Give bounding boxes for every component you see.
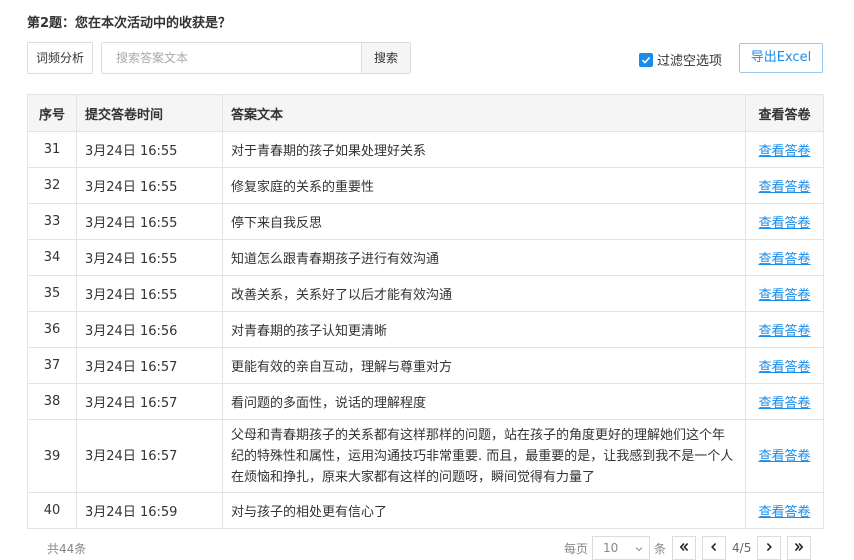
page-info: 4/5 [732, 541, 752, 555]
row-time: 3月24日 16:55 [76, 203, 223, 240]
view-answer-link[interactable]: 查看答卷 [758, 144, 810, 159]
double-chevron-left-icon [679, 541, 689, 555]
chevron-left-icon [709, 541, 719, 555]
table-row: 33 3月24日 16:55 停下来自我反思 查看答卷 [27, 203, 824, 240]
table-row: 34 3月24日 16:55 知道怎么跟青春期孩子进行有效沟通 查看答卷 [27, 239, 824, 276]
unit-label: 条 [654, 541, 667, 556]
chevron-right-icon [764, 541, 774, 555]
row-time: 3月24日 16:55 [76, 275, 223, 312]
next-page-button[interactable] [757, 536, 782, 560]
view-answer-link[interactable]: 查看答卷 [758, 396, 810, 411]
view-answer-link[interactable]: 查看答卷 [758, 180, 810, 195]
filter-empty-option[interactable]: 过滤空选项 [639, 50, 722, 69]
view-answer-link[interactable]: 查看答卷 [758, 505, 810, 520]
row-time: 3月24日 16:57 [76, 383, 223, 420]
filter-label: 过滤空选项 [657, 54, 723, 69]
view-answer-link[interactable]: 查看答卷 [758, 216, 810, 231]
table-row: 31 3月24日 16:55 对于青春期的孩子如果处理好关系 查看答卷 [27, 131, 824, 168]
first-page-button[interactable] [672, 536, 697, 560]
table-row: 39 3月24日 16:57 父母和青春期孩子的关系都有这样那样的问题，站在孩子… [27, 419, 824, 493]
view-answer-link[interactable]: 查看答卷 [758, 360, 810, 375]
question-title: 第2题：您在本次活动中的收获是？ [27, 16, 232, 31]
row-no: 37 [27, 347, 77, 384]
row-text: 对青春期的孩子认知更清晰 [222, 311, 746, 348]
row-text: 对于青春期的孩子如果处理好关系 [222, 131, 746, 168]
row-no: 34 [27, 239, 77, 276]
row-no: 32 [27, 167, 77, 204]
row-time: 3月24日 16:55 [76, 239, 223, 276]
row-text: 修复家庭的关系的重要性 [222, 167, 746, 204]
page-size-select[interactable]: 10 [592, 536, 651, 560]
total-count: 共44条 [47, 542, 87, 556]
view-answer-link[interactable]: 查看答卷 [758, 288, 810, 303]
table-row: 38 3月24日 16:57 看问题的多面性，说话的理解程度 查看答卷 [27, 383, 824, 420]
row-no: 39 [27, 419, 77, 493]
row-no: 35 [27, 275, 77, 312]
chevron-down-icon [635, 541, 643, 555]
table-footer: 共44条 每页 10 条 4/5 [0, 534, 854, 560]
table-row: 35 3月24日 16:55 改善关系，关系好了以后才能有效沟通 查看答卷 [27, 275, 824, 312]
row-text: 改善关系，关系好了以后才能有效沟通 [222, 275, 746, 312]
word-frequency-button[interactable]: 词频分析 [27, 42, 94, 74]
search-group: 搜索 [101, 42, 412, 74]
header-no: 序号 [27, 94, 77, 132]
toolbar: 词频分析 搜索 [27, 42, 412, 74]
row-time: 3月24日 16:57 [76, 347, 223, 384]
row-text: 对与孩子的相处更有信心了 [222, 492, 746, 529]
view-answer-link[interactable]: 查看答卷 [758, 252, 810, 267]
row-text: 知道怎么跟青春期孩子进行有效沟通 [222, 239, 746, 276]
row-time: 3月24日 16:55 [76, 131, 223, 168]
row-no: 40 [27, 492, 77, 529]
table-row: 36 3月24日 16:56 对青春期的孩子认知更清晰 查看答卷 [27, 311, 824, 348]
row-time: 3月24日 16:57 [76, 419, 223, 493]
row-time: 3月24日 16:59 [76, 492, 223, 529]
double-chevron-right-icon [794, 541, 804, 555]
row-time: 3月24日 16:56 [76, 311, 223, 348]
header-text: 答案文本 [222, 94, 746, 132]
row-time: 3月24日 16:55 [76, 167, 223, 204]
search-input[interactable] [101, 42, 362, 74]
row-text: 更能有效的亲自互动，理解与尊重对方 [222, 347, 746, 384]
export-excel-button[interactable]: 导出Excel [739, 43, 823, 73]
row-text: 父母和青春期孩子的关系都有这样那样的问题，站在孩子的角度更好的理解她们这个年纪的… [222, 419, 746, 493]
pagination: 每页 10 条 4/5 [564, 536, 812, 560]
per-page-label: 每页 [564, 541, 589, 556]
prev-page-button[interactable] [702, 536, 727, 560]
row-no: 36 [27, 311, 77, 348]
search-button[interactable]: 搜索 [361, 42, 412, 74]
row-no: 33 [27, 203, 77, 240]
row-text: 看问题的多面性，说话的理解程度 [222, 383, 746, 420]
table-row: 37 3月24日 16:57 更能有效的亲自互动，理解与尊重对方 查看答卷 [27, 347, 824, 384]
view-answer-link[interactable]: 查看答卷 [758, 324, 810, 339]
row-text: 停下来自我反思 [222, 203, 746, 240]
page-size-value: 10 [603, 541, 619, 555]
checkbox-checked-icon[interactable] [639, 52, 653, 67]
header-time: 提交答卷时间 [76, 94, 223, 132]
row-no: 31 [27, 131, 77, 168]
last-page-button[interactable] [787, 536, 812, 560]
answers-table: 序号 提交答卷时间 答案文本 查看答卷 31 3月24日 16:55 对于青春期… [27, 94, 824, 529]
row-no: 38 [27, 383, 77, 420]
view-answer-link[interactable]: 查看答卷 [758, 449, 810, 464]
table-header-row: 序号 提交答卷时间 答案文本 查看答卷 [27, 94, 824, 132]
header-view: 查看答卷 [745, 94, 824, 132]
table-row: 40 3月24日 16:59 对与孩子的相处更有信心了 查看答卷 [27, 492, 824, 529]
table-row: 32 3月24日 16:55 修复家庭的关系的重要性 查看答卷 [27, 167, 824, 204]
